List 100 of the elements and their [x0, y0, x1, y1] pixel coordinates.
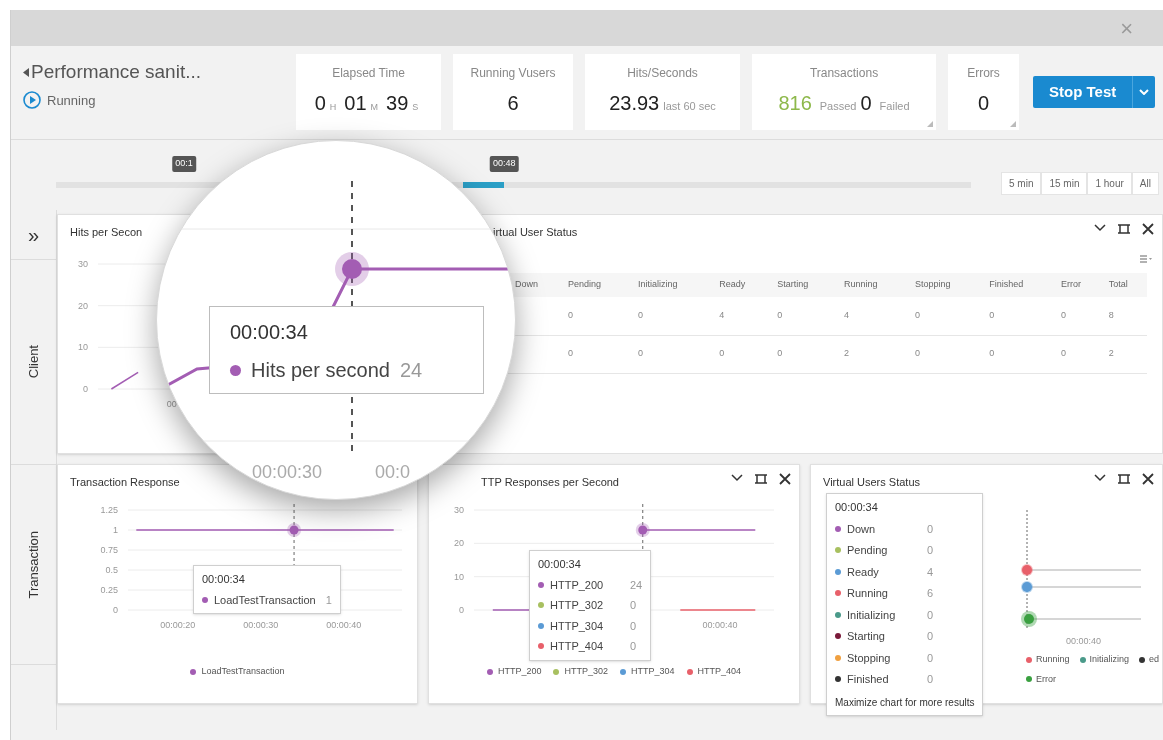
kpi-label: Passed: [819, 99, 857, 114]
column-header: Total: [1100, 273, 1147, 297]
unit-label: S: [412, 101, 419, 114]
back-icon[interactable]: [23, 67, 29, 77]
legend-label: ed: [1149, 653, 1160, 666]
series-value: 0: [630, 639, 637, 654]
table-cell: 0: [906, 297, 982, 335]
series-value: 6: [927, 586, 934, 601]
kpi-value: 816: [778, 91, 812, 116]
table-cell: 8: [1100, 297, 1147, 335]
close-icon[interactable]: [1142, 223, 1154, 235]
table-cell: 4: [711, 297, 770, 335]
kpi-label: Transactions: [809, 65, 879, 82]
series-label: HTTP_200: [550, 577, 605, 593]
panel-title: Transaction Response: [70, 475, 180, 490]
table-cell: 0: [906, 335, 982, 373]
maximize-icon[interactable]: [1118, 223, 1130, 235]
axis-label: 20: [78, 300, 88, 311]
close-icon[interactable]: [779, 473, 791, 485]
table-cell: 0: [630, 335, 712, 373]
axis-label: 0.25: [100, 585, 118, 595]
panel-title: irtual User Status: [493, 225, 578, 240]
legend-label: Error: [1036, 672, 1056, 686]
column-header: Starting: [769, 273, 836, 297]
axis-label: 00:00:30: [252, 461, 323, 484]
tooltip-note: Maximize chart for more results: [835, 695, 975, 710]
time-marker[interactable]: 00:1: [172, 156, 196, 172]
series-label: HTTP_404: [550, 639, 605, 654]
axis-label: 30: [454, 505, 464, 515]
series-value: 0: [927, 521, 934, 537]
axis-label: 00:00:30: [243, 620, 279, 630]
series-label: LoadTestTransaction: [214, 592, 316, 608]
range-button[interactable]: 5 min: [1001, 171, 1042, 195]
legend-label: Running: [1036, 653, 1070, 666]
maximize-icon[interactable]: [1118, 473, 1130, 485]
legend-label: HTTP_302: [564, 665, 608, 678]
series-label: Starting: [847, 629, 886, 644]
time-marker[interactable]: 00:48: [490, 156, 519, 172]
kpi-value: 0: [314, 91, 326, 116]
column-header: Ready: [711, 273, 770, 297]
axis-label: 10: [78, 342, 88, 353]
range-button[interactable]: 1 hour: [1087, 171, 1132, 195]
point-marker: [1021, 611, 1037, 627]
series-value: 0: [927, 629, 934, 644]
test-title: Performance sanit...: [31, 60, 202, 84]
sidebar-tab[interactable]: Client: [23, 345, 44, 379]
close-icon[interactable]: [1142, 473, 1154, 485]
axis-label: 00:00:40: [1066, 635, 1102, 648]
kpi-label: Hits/Seconds: [627, 65, 698, 82]
point-marker: [335, 252, 369, 286]
legend-label: HTTP_404: [697, 665, 742, 678]
tooltip-time: 00:00:34: [835, 500, 879, 515]
panel-title: Hits per Secon: [70, 225, 143, 240]
series-label: HTTP_304: [550, 618, 605, 634]
stop-test-button[interactable]: Stop Test: [1033, 76, 1133, 108]
series-value: 0: [927, 672, 934, 687]
maximize-icon[interactable]: [755, 473, 767, 485]
axis-label: 0.75: [100, 545, 118, 555]
kpi-value: 0: [977, 91, 990, 116]
table-cell: 4: [835, 297, 907, 335]
series-value: 0: [927, 607, 934, 623]
series-value: 0: [927, 650, 934, 666]
table-cell: 0: [769, 297, 836, 335]
kpi-label: Running Vusers: [470, 65, 556, 82]
series-label: Ready: [847, 564, 880, 580]
column-header: Pending: [559, 273, 631, 297]
axis-label: 00:00:20: [160, 620, 196, 630]
table-cell: 0: [559, 297, 631, 335]
table-cell: 0: [1053, 335, 1101, 373]
dropdown-button[interactable]: [1132, 76, 1156, 108]
timeline-selection[interactable]: [463, 182, 505, 188]
column-header: Error: [1053, 273, 1101, 297]
axis-label: 0: [113, 605, 118, 615]
table-cell: 0: [630, 297, 712, 335]
caret-icon: [1139, 89, 1150, 95]
axis-label: 00: [166, 399, 177, 409]
kpi-value: 39: [386, 91, 409, 116]
expand-button[interactable]: »: [27, 219, 40, 250]
axis-label: 30: [78, 259, 88, 269]
axis-label: 00:00:40: [702, 620, 738, 630]
series-label: Running: [847, 586, 889, 601]
range-button[interactable]: 15 min: [1041, 171, 1088, 195]
unit-label: H: [329, 101, 337, 114]
column-header: Stopping: [906, 273, 982, 297]
column-header: Running: [835, 273, 907, 297]
tooltip-time: 00:00:34: [202, 572, 246, 587]
kpi-value: 6: [507, 91, 519, 116]
unit-label: M: [370, 101, 379, 114]
table-cell: 0: [1053, 297, 1101, 335]
table-cell: 0: [981, 335, 1053, 373]
tooltip-time: 00:00:34: [230, 320, 309, 345]
range-button[interactable]: All: [1131, 171, 1159, 195]
axis-label: 00:0: [375, 461, 411, 484]
series-label: Down: [847, 521, 877, 537]
column-header: Finished: [981, 273, 1053, 297]
axis-label: 1: [113, 525, 118, 535]
column-header: Down: [507, 273, 560, 297]
sidebar-tab[interactable]: Transaction: [23, 530, 44, 599]
panel-title: TTP Responses per Second: [481, 475, 619, 490]
legend-label: HTTP_200: [497, 665, 542, 678]
